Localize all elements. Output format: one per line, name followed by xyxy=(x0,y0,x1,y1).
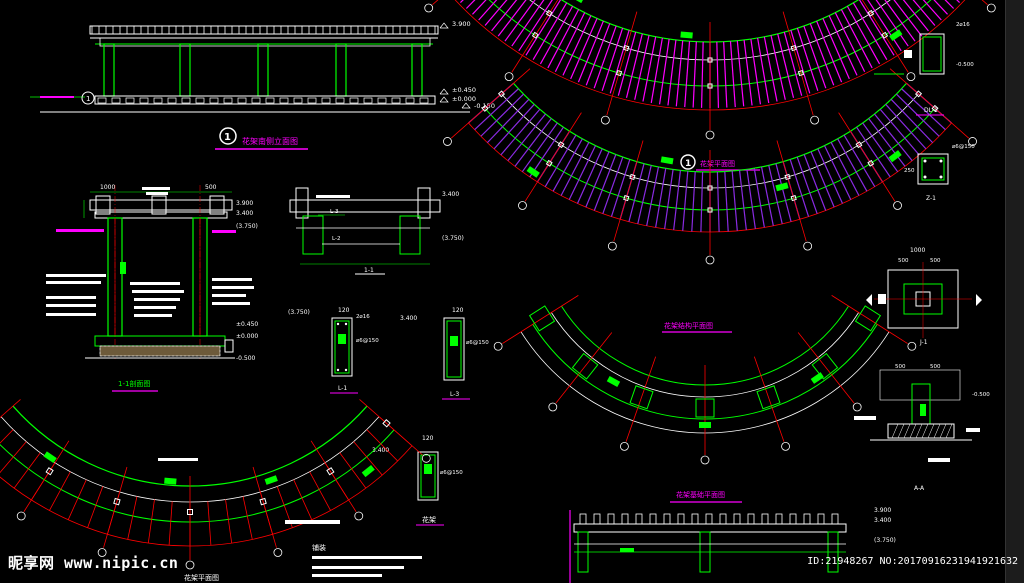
sec-elev-3900: 3.900 xyxy=(236,200,253,207)
beam-label-l2: L-2 xyxy=(332,236,340,242)
elev-label-3900: 3.900 xyxy=(452,20,471,28)
image-id-stamp: ID:21948267 NO:20170916231941921632 xyxy=(807,556,1018,567)
elev-title: 花架南侧立面图 xyxy=(242,136,298,146)
scrollbar-right[interactable] xyxy=(1005,0,1024,583)
found-plan-title: 花架基础平面图 xyxy=(676,490,725,499)
j1-dim-a: 500 xyxy=(898,258,909,264)
col-title: 花架 xyxy=(422,515,436,524)
z1-rebar: ⌀6@150 xyxy=(952,144,975,150)
arc-plan-bottom-title: 花架平面图 xyxy=(184,573,219,582)
l3-dim: 120 xyxy=(452,307,464,314)
sec-elev-0000: ±0.000 xyxy=(236,333,258,340)
br-elev-1: 3.900 xyxy=(874,507,891,514)
l3-rebar: ⌀6@150 xyxy=(466,340,489,346)
watermark-logo: 昵享网 www.nipic.cn xyxy=(8,554,179,572)
elev-axis-bubble: 1 xyxy=(86,95,90,103)
sec-elev-m0500: -0.500 xyxy=(236,355,256,362)
sec-elev-3750: (3.750) xyxy=(236,223,258,230)
dl1-elev: -0.500 xyxy=(956,62,974,68)
aa-dim-a: 500 xyxy=(895,364,906,370)
elev-title-bubble: 1 xyxy=(224,132,231,143)
sec-dim-left: 1000 xyxy=(100,184,115,191)
elev-label-0450: ±0.450 xyxy=(452,86,476,94)
cad-drawing-canvas: 1 3.900 ±0.450 ±0.000 -0.150 1 花架南侧立面图 1… xyxy=(0,0,1024,583)
aa-title: A-A xyxy=(914,485,925,492)
dl1-rebar-top: 2⌀16 xyxy=(956,22,970,28)
col-elev: 3.400 xyxy=(372,447,389,454)
beam-label-l3: L-3 xyxy=(330,209,339,215)
l1-elev: (3.750) xyxy=(288,309,310,316)
br-elev-3: (3.750) xyxy=(874,537,896,544)
j1-title: J-1 xyxy=(919,339,928,346)
l3-elev: 3.400 xyxy=(400,315,417,322)
col-dim: 120 xyxy=(422,435,434,442)
sec-dim-right: 500 xyxy=(205,184,217,191)
dl1-title: DL-1 xyxy=(924,107,938,114)
l3-title: L-3 xyxy=(450,391,459,398)
j1-dim-total: 1000 xyxy=(910,247,925,254)
j1-dim-b: 500 xyxy=(930,258,941,264)
roof-plan-title: 花架平面图 xyxy=(700,159,735,168)
section-title: 1-1剖面图 xyxy=(118,379,150,388)
roof-plan-bubble: 1 xyxy=(685,159,691,169)
beam-elev-3750: (3.750) xyxy=(442,235,464,242)
beam-elev-3400: 3.400 xyxy=(442,191,459,198)
br-elev-2: 3.400 xyxy=(874,517,891,524)
aa-elev: -0.500 xyxy=(972,392,990,398)
z1-dim: 250 xyxy=(904,168,915,174)
stair-title: 铺装 xyxy=(312,543,326,552)
aa-dim-b: 500 xyxy=(930,364,941,370)
elev-label-0000: ±0.000 xyxy=(452,95,476,103)
l1-dim: 120 xyxy=(338,307,350,314)
col-rebar: ⌀6@150 xyxy=(440,470,463,476)
l1-rebar-top: 2⌀16 xyxy=(356,314,370,320)
sec-elev-0450: ±0.450 xyxy=(236,321,258,328)
struct-plan-title: 花架结构平面图 xyxy=(664,321,713,330)
beam-label-11: 1-1 xyxy=(364,267,374,274)
l1-rebar: ⌀6@150 xyxy=(356,338,379,344)
sec-elev-3400: 3.400 xyxy=(236,210,253,217)
z1-title: Z-1 xyxy=(926,195,936,202)
l1-title: L-1 xyxy=(338,385,347,392)
